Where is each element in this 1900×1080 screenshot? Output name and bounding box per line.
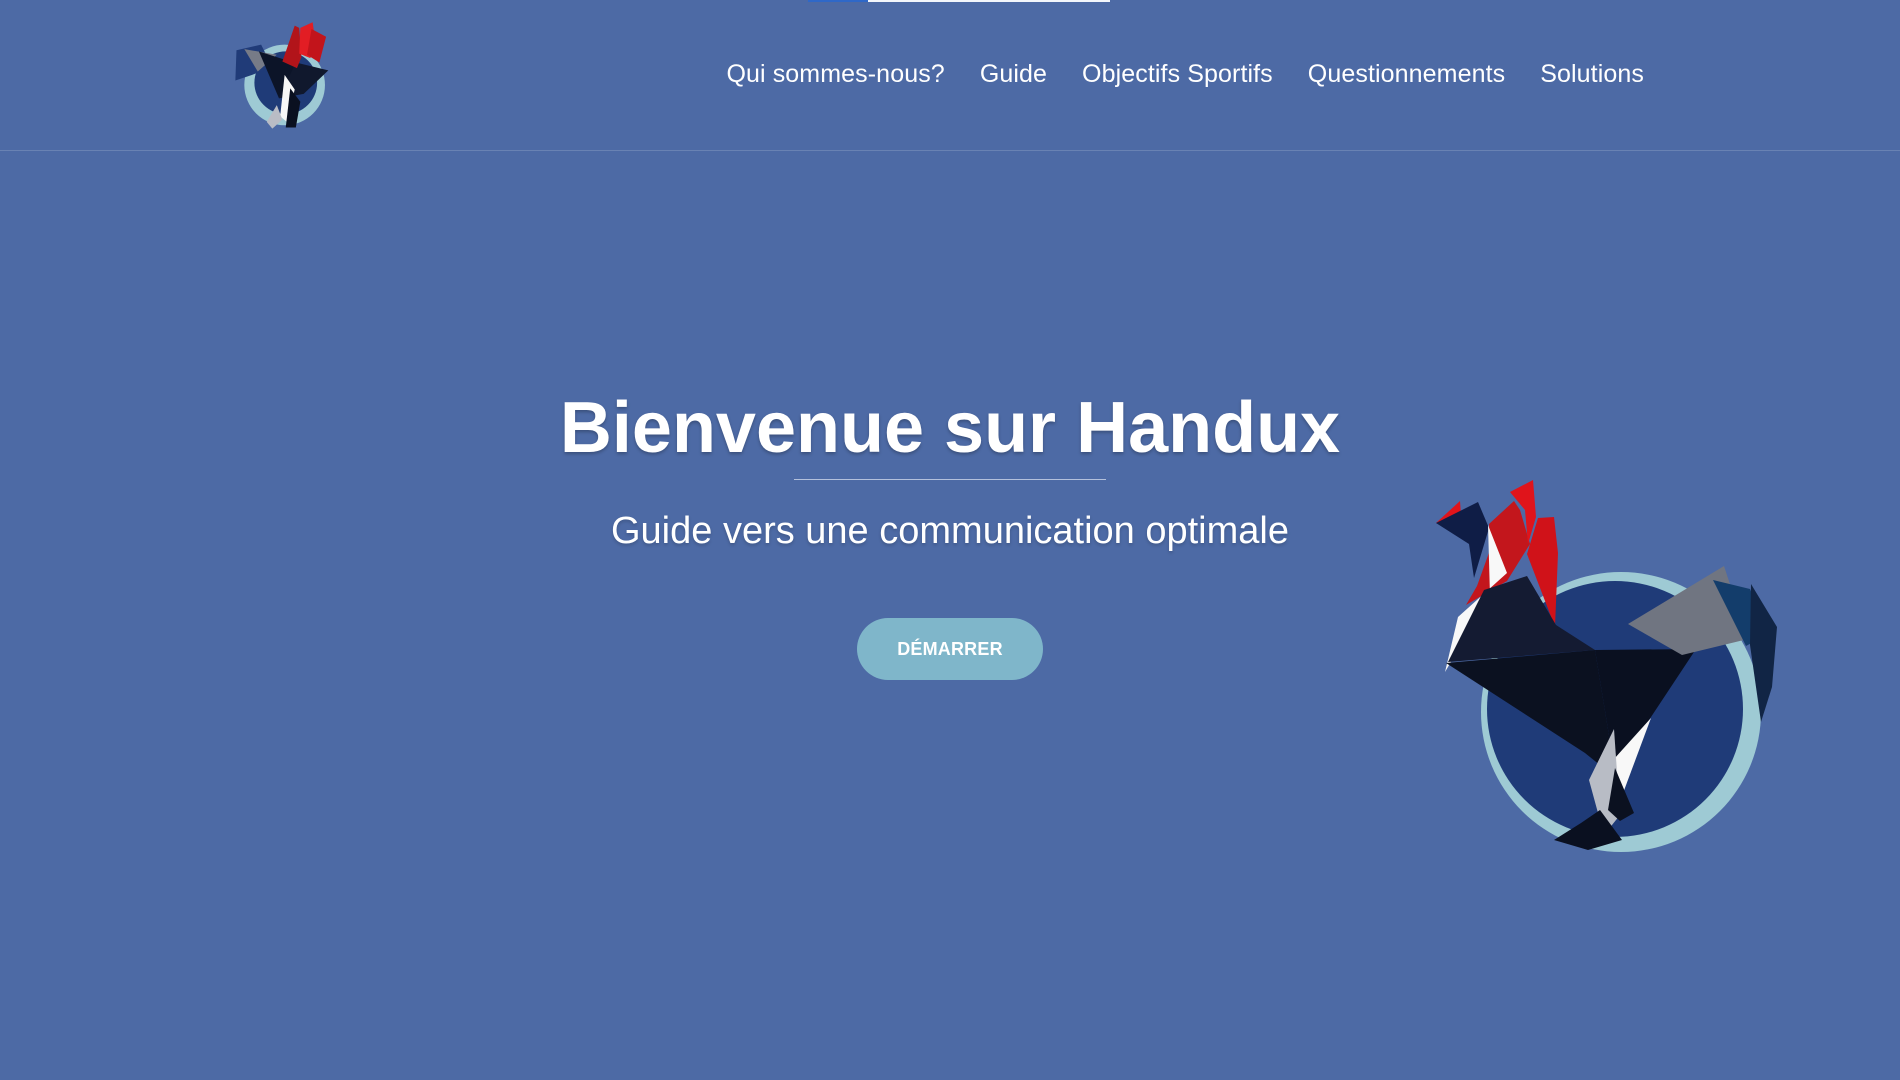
hero-title: Bienvenue sur Handux bbox=[559, 388, 1341, 468]
nav-link-questionnements[interactable]: Questionnements bbox=[1308, 57, 1505, 92]
rooster-illustration-icon bbox=[1436, 480, 1777, 852]
site-header: Qui sommes-nous? Guide Objectifs Sportif… bbox=[0, 0, 1900, 151]
hero-divider bbox=[794, 479, 1106, 480]
nav-link-objectifs-sportifs[interactable]: Objectifs Sportifs bbox=[1082, 57, 1273, 92]
nav-link-guide[interactable]: Guide bbox=[980, 57, 1047, 92]
logo-link[interactable] bbox=[232, 20, 344, 132]
main-navigation: Qui sommes-nous? Guide Objectifs Sportif… bbox=[726, 57, 1644, 92]
nav-link-solutions[interactable]: Solutions bbox=[1540, 57, 1644, 92]
start-button[interactable]: DÉMARRER bbox=[857, 618, 1043, 680]
rooster-illustration bbox=[1436, 480, 1814, 870]
rooster-logo-icon bbox=[235, 22, 329, 129]
nav-link-qui-sommes-nous[interactable]: Qui sommes-nous? bbox=[726, 57, 944, 92]
